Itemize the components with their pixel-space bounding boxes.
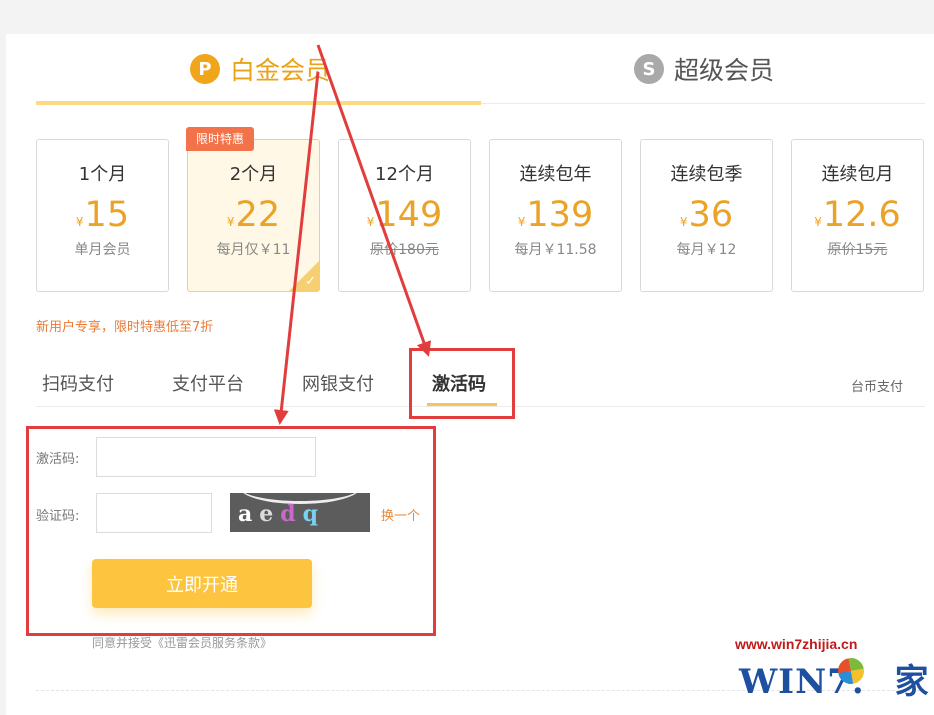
plan-card-quarterly-auto[interactable]: 连续包季 ¥36 每月￥12 — [640, 139, 773, 292]
plan-duration: 连续包季 — [670, 164, 743, 185]
plan-duration: 2个月 — [229, 164, 278, 185]
captcha-image[interactable]: aedq — [230, 493, 370, 532]
terms-agreement[interactable]: 同意并接受《迅雷会员服务条款》 — [92, 634, 272, 651]
tab-scan-pay[interactable]: 扫码支付 — [42, 370, 114, 396]
coin-pay-link[interactable]: 台币支付 — [851, 376, 903, 395]
currency-symbol: ¥ — [226, 215, 235, 229]
plan-duration: 1个月 — [78, 164, 127, 185]
plan-price: ¥139 — [490, 195, 621, 235]
plan-original-price: 原价15元 — [827, 242, 888, 258]
plan-subtext: 每月￥11.58 — [514, 242, 597, 258]
plan-original-price: 原价180元 — [370, 242, 439, 258]
watermark-url: www.win7zhijia.cn — [735, 636, 858, 652]
checkmark-icon: ✓ — [305, 274, 316, 289]
plan-card-2-months[interactable]: 2个月 ¥22 每月仅￥11 ✓ — [187, 139, 320, 292]
tab-pay-platform[interactable]: 支付平台 — [172, 370, 244, 396]
price-value: 36 — [688, 195, 734, 235]
left-gray-bar — [0, 34, 6, 715]
price-value: 12.6 — [822, 195, 901, 235]
activate-now-button[interactable]: 立即开通 — [92, 559, 312, 608]
site-watermark: www.win7zhijia.cn WIN7. 家 — [735, 634, 930, 706]
tab-platinum-member[interactable]: P 白金会员 — [190, 44, 330, 94]
watermark-logo: WIN7. 家 — [739, 662, 930, 702]
tab-platinum-label: 白金会员 — [230, 56, 331, 85]
plan-price: ¥149 — [339, 195, 470, 235]
tab-online-banking[interactable]: 网银支付 — [302, 370, 374, 396]
plan-price: ¥15 — [37, 195, 168, 235]
member-tab-active-indicator — [36, 101, 481, 105]
currency-symbol: ¥ — [366, 215, 375, 229]
captcha-label: 验证码: — [36, 509, 80, 524]
currency-symbol: ¥ — [75, 215, 84, 229]
plan-card-1-month[interactable]: 1个月 ¥15 单月会员 — [36, 139, 169, 292]
refresh-captcha-link[interactable]: 换一个 — [381, 505, 420, 524]
tab-activation-code[interactable]: 激活码 — [432, 370, 486, 396]
activation-code-input[interactable] — [96, 437, 316, 477]
plan-card-monthly-auto[interactable]: 连续包月 ¥12.6 原价15元 — [791, 139, 924, 292]
price-value: 139 — [526, 195, 594, 235]
tab-super-label: 超级会员 — [674, 56, 775, 85]
currency-symbol: ¥ — [814, 215, 822, 229]
platinum-p-icon: P — [190, 54, 220, 84]
promo-badge: 限时特惠 — [186, 127, 255, 151]
currency-symbol: ¥ — [679, 215, 688, 229]
plan-duration: 连续包月 — [821, 164, 894, 185]
plan-subtext: 单月会员 — [74, 242, 131, 258]
price-value: 149 — [375, 195, 443, 235]
tab-super-member[interactable]: S 超级会员 — [634, 44, 774, 94]
plan-price: ¥22 — [188, 195, 319, 235]
plan-price: ¥12.6 — [792, 195, 923, 235]
price-value: 22 — [235, 195, 281, 235]
activation-code-label: 激活码: — [36, 452, 80, 467]
price-value: 15 — [84, 195, 130, 235]
plan-price: ¥36 — [641, 195, 772, 235]
currency-symbol: ¥ — [517, 215, 526, 229]
promo-note: 新用户专享，限时特惠低至7折 — [36, 320, 214, 335]
top-gray-bar — [0, 0, 934, 34]
super-s-icon: S — [634, 54, 664, 84]
plan-subtext: 每月仅￥11 — [216, 242, 291, 258]
plan-subtext: 每月￥12 — [676, 242, 737, 258]
payment-tab-divider — [36, 406, 925, 407]
plan-card-12-months[interactable]: 12个月 ¥149 原价180元 — [338, 139, 471, 292]
plan-card-annual-auto[interactable]: 连续包年 ¥139 每月￥11.58 — [489, 139, 622, 292]
captcha-text: aedq — [238, 501, 326, 527]
plan-duration: 连续包年 — [519, 164, 592, 185]
plan-duration: 12个月 — [375, 164, 434, 185]
captcha-input[interactable] — [96, 493, 212, 533]
